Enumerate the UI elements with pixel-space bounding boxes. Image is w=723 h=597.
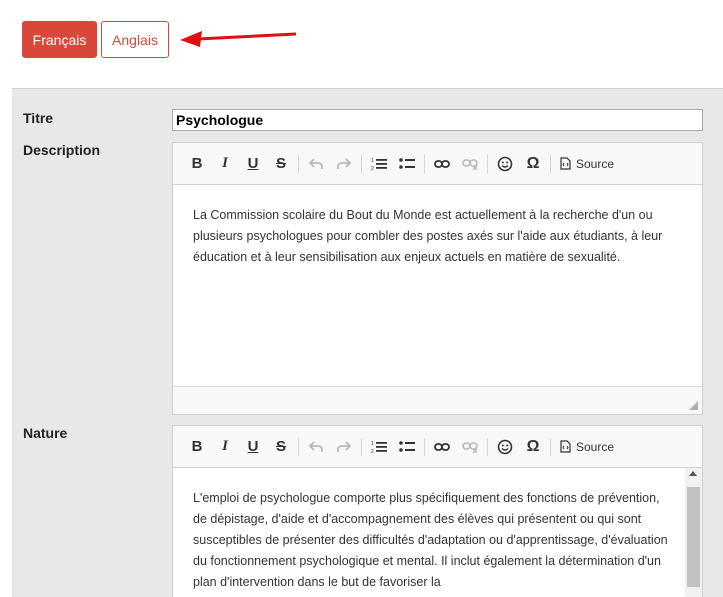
source-code-icon bbox=[560, 157, 571, 170]
bulleted-list-icon[interactable] bbox=[393, 434, 421, 460]
italic-button[interactable]: I bbox=[211, 151, 239, 177]
toolbar-separator bbox=[361, 154, 362, 173]
nature-editor: B I U S 12 Ω Source L'emploi de psycholo… bbox=[172, 425, 703, 597]
title-label: Titre bbox=[23, 110, 54, 126]
editor-statusbar bbox=[173, 386, 702, 414]
description-content[interactable]: La Commission scolaire du Bout du Monde … bbox=[173, 185, 702, 268]
redo-icon[interactable] bbox=[330, 434, 358, 460]
bold-button[interactable]: B bbox=[183, 434, 211, 460]
unlink-icon[interactable] bbox=[456, 151, 484, 177]
resize-handle-icon[interactable] bbox=[689, 401, 698, 410]
undo-icon[interactable] bbox=[302, 151, 330, 177]
unlink-icon[interactable] bbox=[456, 434, 484, 460]
title-input[interactable] bbox=[172, 109, 703, 131]
french-button[interactable]: Français bbox=[22, 21, 97, 58]
emoji-icon[interactable] bbox=[491, 434, 519, 460]
scroll-thumb[interactable] bbox=[687, 487, 700, 587]
numbered-list-icon[interactable]: 12 bbox=[365, 434, 393, 460]
svg-text:2: 2 bbox=[371, 166, 374, 171]
toolbar-separator bbox=[550, 437, 551, 456]
svg-text:1: 1 bbox=[371, 158, 374, 164]
strikethrough-button[interactable]: S bbox=[267, 151, 295, 177]
bold-button[interactable]: B bbox=[183, 151, 211, 177]
svg-text:2: 2 bbox=[371, 449, 374, 454]
nature-toolbar: B I U S 12 Ω Source bbox=[173, 426, 702, 468]
source-code-icon bbox=[560, 440, 571, 453]
italic-button[interactable]: I bbox=[211, 434, 239, 460]
english-button[interactable]: Anglais bbox=[101, 21, 169, 58]
numbered-list-icon[interactable]: 12 bbox=[365, 151, 393, 177]
description-toolbar: B I U S 12 Ω Source bbox=[173, 143, 702, 185]
arrow-annotation-icon bbox=[180, 31, 297, 47]
source-button[interactable]: Source bbox=[554, 440, 620, 454]
strikethrough-button[interactable]: S bbox=[267, 434, 295, 460]
toolbar-separator bbox=[424, 154, 425, 173]
nature-content[interactable]: L'emploi de psychologue comporte plus sp… bbox=[173, 468, 702, 593]
toolbar-separator bbox=[298, 154, 299, 173]
special-character-button[interactable]: Ω bbox=[519, 151, 547, 177]
emoji-icon[interactable] bbox=[491, 151, 519, 177]
link-icon[interactable] bbox=[428, 151, 456, 177]
toolbar-separator bbox=[487, 437, 488, 456]
toolbar-separator bbox=[361, 437, 362, 456]
svg-text:1: 1 bbox=[371, 441, 374, 447]
source-label: Source bbox=[576, 156, 615, 171]
nature-label: Nature bbox=[23, 425, 68, 441]
toolbar-separator bbox=[550, 154, 551, 173]
link-icon[interactable] bbox=[428, 434, 456, 460]
toolbar-separator bbox=[487, 154, 488, 173]
toolbar-separator bbox=[424, 437, 425, 456]
underline-button[interactable]: U bbox=[239, 434, 267, 460]
source-label: Source bbox=[576, 439, 615, 454]
form-panel: Titre Description B I U S 12 bbox=[12, 88, 723, 597]
special-character-button[interactable]: Ω bbox=[519, 434, 547, 460]
description-editor: B I U S 12 Ω Source La Commission scolai… bbox=[172, 142, 703, 415]
underline-button[interactable]: U bbox=[239, 151, 267, 177]
scroll-up-icon[interactable] bbox=[689, 471, 697, 476]
toolbar-separator bbox=[298, 437, 299, 456]
undo-icon[interactable] bbox=[302, 434, 330, 460]
redo-icon[interactable] bbox=[330, 151, 358, 177]
bulleted-list-icon[interactable] bbox=[393, 151, 421, 177]
description-label: Description bbox=[23, 142, 101, 158]
source-button[interactable]: Source bbox=[554, 157, 620, 171]
nature-scrollbar[interactable] bbox=[685, 468, 702, 597]
